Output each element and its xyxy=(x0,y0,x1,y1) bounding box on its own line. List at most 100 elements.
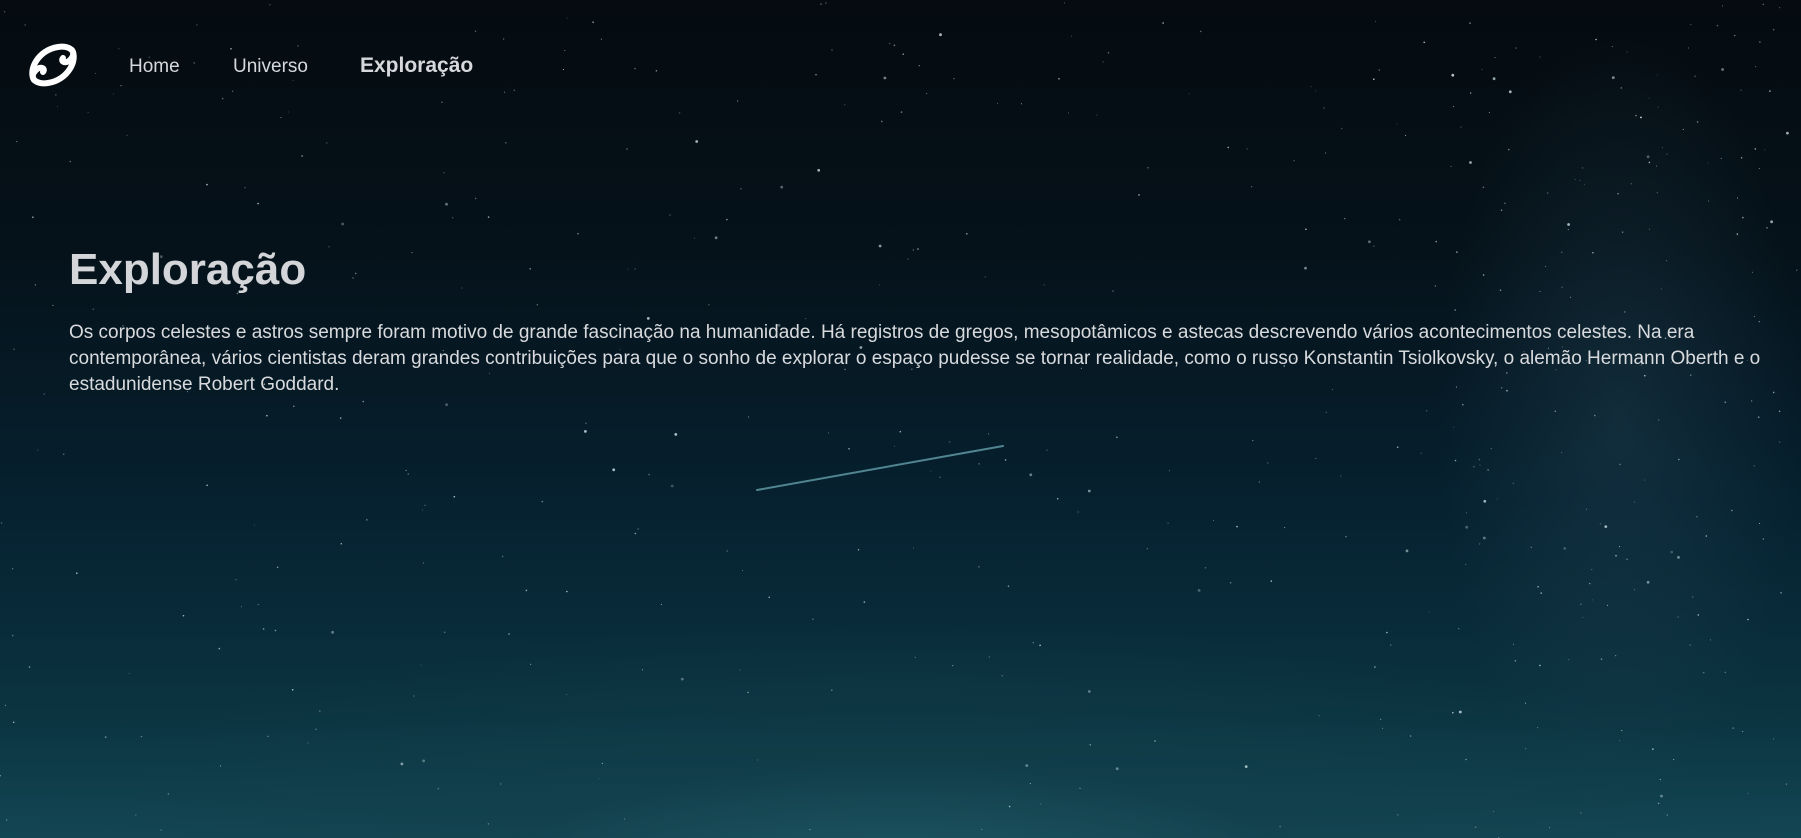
star xyxy=(601,762,603,764)
star xyxy=(301,155,303,157)
star xyxy=(12,721,15,724)
star xyxy=(1504,202,1506,205)
star xyxy=(182,614,185,617)
star xyxy=(1764,149,1766,151)
star xyxy=(1740,157,1743,159)
star xyxy=(1390,644,1392,646)
star xyxy=(674,433,678,436)
star xyxy=(1483,499,1487,503)
star xyxy=(319,710,321,712)
star xyxy=(857,549,860,551)
star xyxy=(1677,556,1680,559)
star xyxy=(339,417,342,419)
star xyxy=(1007,585,1010,587)
star xyxy=(400,762,404,766)
star xyxy=(262,628,265,630)
star xyxy=(1579,179,1581,181)
star xyxy=(1646,155,1650,159)
nav-link-exploracao[interactable]: Exploração xyxy=(360,54,473,78)
star xyxy=(1450,165,1452,167)
star xyxy=(0,522,3,524)
star xyxy=(1229,581,1232,584)
star xyxy=(1454,459,1457,462)
star xyxy=(1747,792,1749,794)
star xyxy=(566,693,568,696)
star xyxy=(1594,414,1596,417)
star xyxy=(634,532,637,535)
star xyxy=(1619,463,1621,466)
star xyxy=(276,566,279,569)
star xyxy=(1660,794,1663,798)
star xyxy=(669,214,671,216)
star xyxy=(641,669,643,671)
star xyxy=(1554,410,1557,413)
star xyxy=(0,775,1,777)
star xyxy=(1315,457,1317,460)
star xyxy=(1742,731,1744,733)
star xyxy=(566,590,568,593)
star xyxy=(1279,825,1281,828)
star xyxy=(1732,727,1734,729)
star xyxy=(1708,200,1710,202)
star xyxy=(1724,671,1726,673)
star xyxy=(1656,192,1658,194)
star xyxy=(1500,209,1503,211)
star xyxy=(1666,153,1668,155)
star xyxy=(1396,446,1399,449)
star xyxy=(726,550,728,552)
star xyxy=(1458,710,1462,714)
star xyxy=(1398,218,1401,221)
star xyxy=(1167,522,1169,524)
star xyxy=(1580,603,1582,605)
star xyxy=(1492,810,1495,812)
star xyxy=(1478,458,1481,461)
star xyxy=(1244,765,1248,768)
star xyxy=(1574,179,1576,181)
star xyxy=(930,470,932,472)
star xyxy=(831,689,833,691)
star xyxy=(135,814,137,816)
star xyxy=(219,765,222,767)
star xyxy=(508,633,510,635)
star xyxy=(585,422,587,424)
nav-link-universo[interactable]: Universo xyxy=(233,55,308,79)
star xyxy=(1473,465,1475,468)
star xyxy=(445,202,448,206)
star xyxy=(1168,470,1170,472)
star xyxy=(1496,498,1498,500)
star xyxy=(1591,569,1593,571)
star xyxy=(987,433,989,435)
star xyxy=(1032,642,1034,644)
star xyxy=(1428,611,1430,613)
star xyxy=(1025,764,1029,767)
star xyxy=(1227,146,1229,149)
star xyxy=(1736,233,1739,235)
spiral-logo-icon[interactable] xyxy=(26,42,80,88)
star xyxy=(1673,759,1675,761)
star xyxy=(1753,465,1755,467)
star xyxy=(1548,827,1550,829)
star xyxy=(1759,523,1761,525)
star xyxy=(1796,269,1798,271)
star xyxy=(1204,566,1207,569)
star xyxy=(899,430,902,433)
nav-link-home[interactable]: Home xyxy=(129,55,180,79)
star xyxy=(1592,599,1594,601)
star xyxy=(624,818,626,820)
star xyxy=(1762,538,1765,540)
star xyxy=(341,222,344,226)
star xyxy=(1029,473,1033,477)
star xyxy=(1691,596,1694,598)
star xyxy=(988,656,990,658)
star xyxy=(637,528,639,530)
star xyxy=(1039,644,1041,647)
star xyxy=(69,160,72,163)
star xyxy=(1621,730,1623,732)
star xyxy=(1563,547,1567,550)
star xyxy=(1670,550,1674,554)
star xyxy=(366,519,368,521)
star xyxy=(293,405,295,408)
star xyxy=(218,647,221,650)
star xyxy=(424,504,426,506)
star xyxy=(1770,220,1773,224)
